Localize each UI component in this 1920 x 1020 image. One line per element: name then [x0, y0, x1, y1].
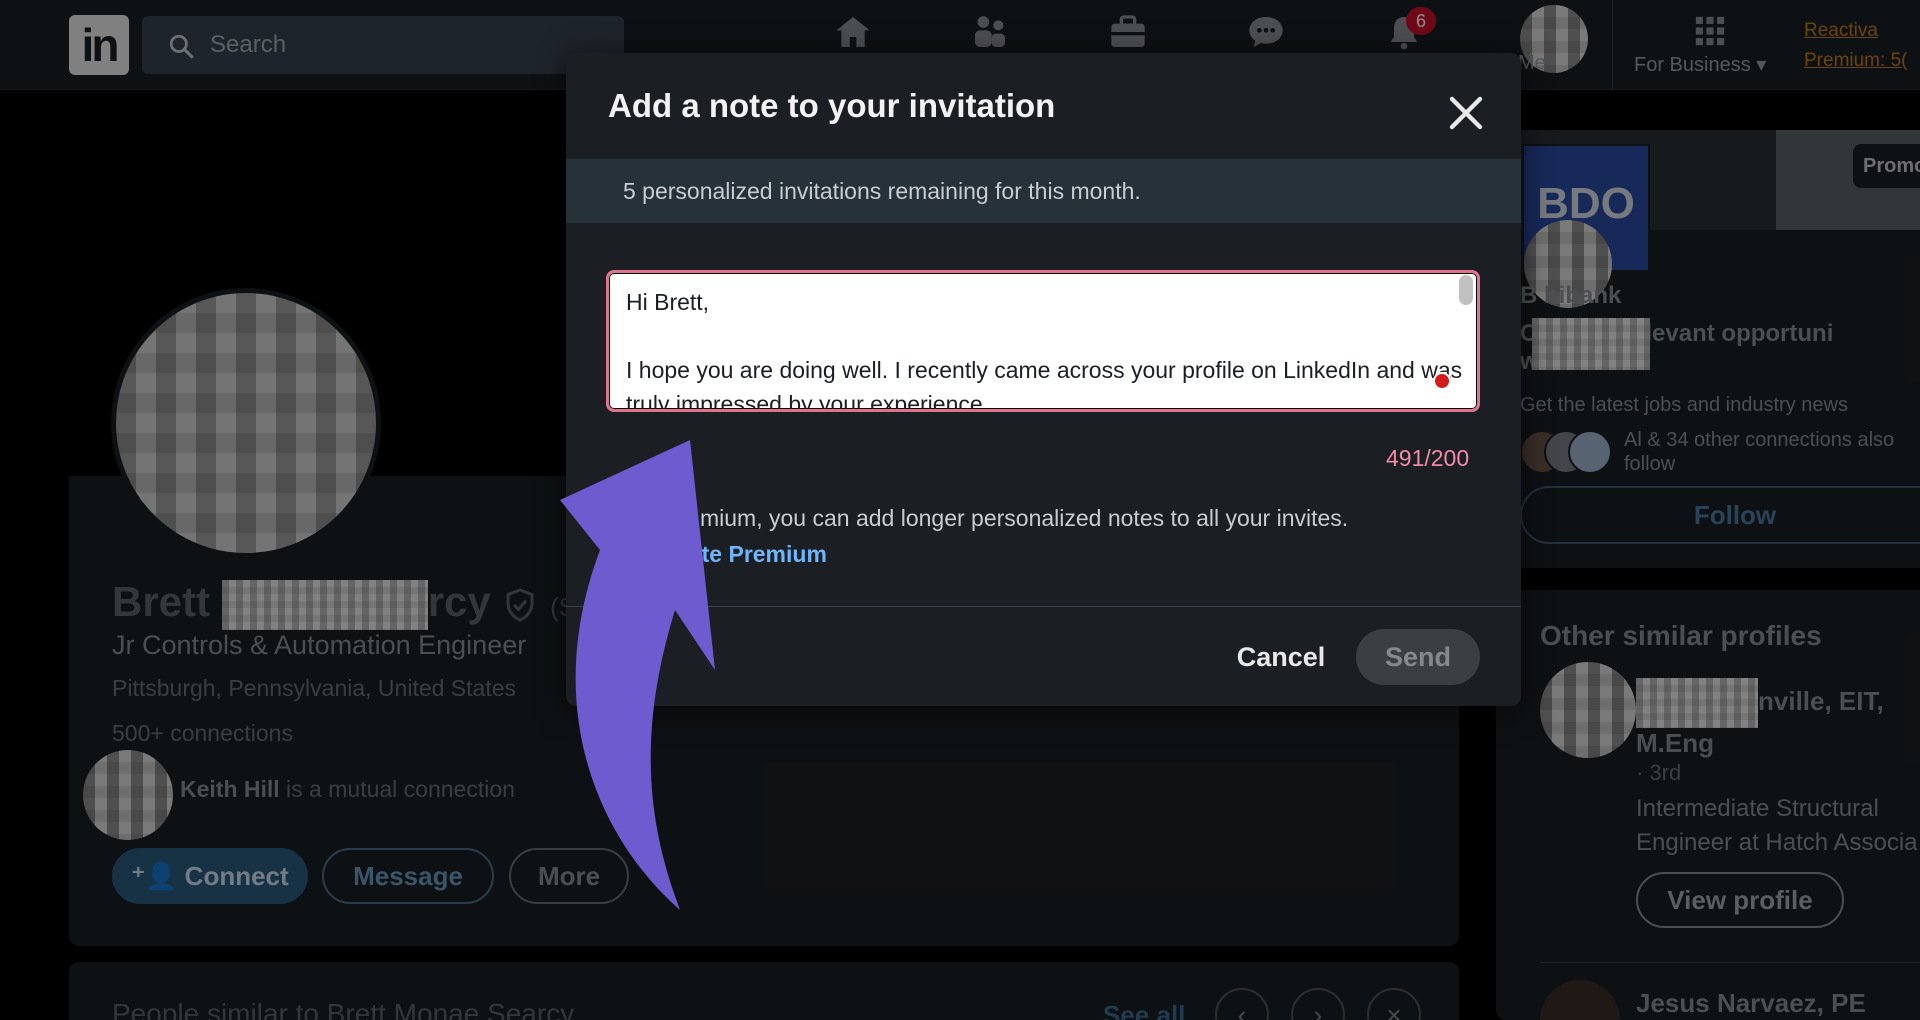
send-button[interactable]: Send [1356, 629, 1480, 685]
annotation-arrow-icon [560, 440, 715, 910]
modal-title: Add a note to your invitation [608, 87, 1056, 124]
character-count: 491/200 [1386, 445, 1470, 471]
invitations-remaining-text: 5 personalized invitations remaining for… [623, 178, 1141, 204]
cancel-button[interactable]: Cancel [1206, 629, 1356, 685]
error-indicator [1433, 372, 1451, 390]
note-textarea[interactable]: Hi Brett, I hope you are doing well. I r… [606, 270, 1480, 412]
textarea-scrollbar[interactable] [1459, 275, 1473, 305]
close-icon[interactable] [1442, 89, 1490, 137]
invitations-remaining-banner: 5 personalized invitations remaining for… [566, 159, 1521, 223]
note-text[interactable]: Hi Brett, I hope you are doing well. I r… [626, 285, 1466, 409]
